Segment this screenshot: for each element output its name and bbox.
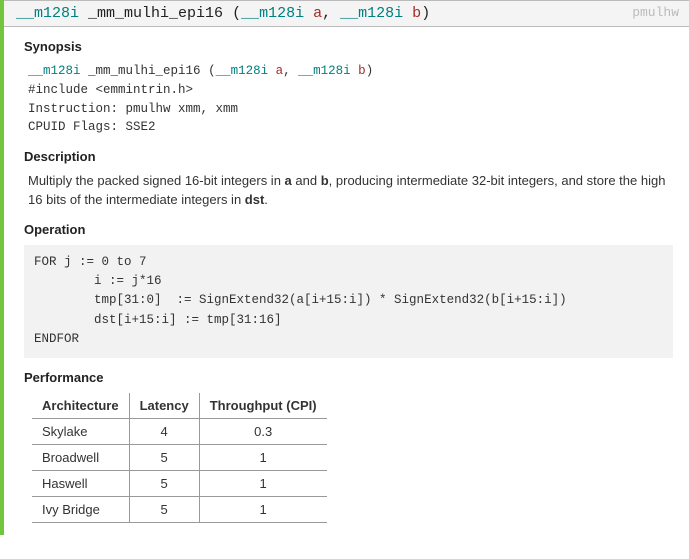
operation-heading: Operation (24, 222, 673, 237)
arch-cell: Broadwell (32, 444, 129, 470)
arch-cell: Ivy Bridge (32, 496, 129, 522)
synopsis-instruction: Instruction: pmulhw xmm, xmm (28, 100, 673, 119)
table-header-row: Architecture Latency Throughput (CPI) (32, 393, 327, 419)
throughput-cell: 1 (199, 496, 326, 522)
performance-table: Architecture Latency Throughput (CPI) Sk… (32, 393, 327, 523)
table-row: Haswell 5 1 (32, 470, 327, 496)
latency-cell: 5 (129, 496, 199, 522)
performance-heading: Performance (24, 370, 673, 385)
signature-header[interactable]: __m128i _mm_mulhi_epi16 (__m128i a, __m1… (4, 0, 689, 27)
latency-cell: 5 (129, 470, 199, 496)
table-row: Broadwell 5 1 (32, 444, 327, 470)
col-latency: Latency (129, 393, 199, 419)
table-row: Skylake 4 0.3 (32, 418, 327, 444)
param-type: __m128i (340, 5, 403, 22)
param-name: b (412, 5, 421, 22)
param-name: a (313, 5, 322, 22)
throughput-cell: 1 (199, 444, 326, 470)
synopsis-block: __m128i _mm_mulhi_epi16 (__m128i a, __m1… (28, 62, 673, 137)
operation-block: FOR j := 0 to 7 i := j*16 tmp[31:0] := S… (24, 245, 673, 358)
param-type: __m128i (241, 5, 304, 22)
throughput-cell: 0.3 (199, 418, 326, 444)
table-row: Ivy Bridge 5 1 (32, 496, 327, 522)
latency-cell: 5 (129, 444, 199, 470)
col-architecture: Architecture (32, 393, 129, 419)
instruction-mnemonic: pmulhw (632, 5, 679, 20)
intrinsic-entry: __m128i _mm_mulhi_epi16 (__m128i a, __m1… (0, 0, 689, 535)
entry-body: Synopsis __m128i _mm_mulhi_epi16 (__m128… (4, 27, 689, 535)
description-heading: Description (24, 149, 673, 164)
synopsis-signature: __m128i _mm_mulhi_epi16 (__m128i a, __m1… (28, 62, 673, 81)
intrinsic-name: _mm_mulhi_epi16 (88, 5, 223, 22)
latency-cell: 4 (129, 418, 199, 444)
description-text: Multiply the packed signed 16-bit intege… (28, 172, 669, 210)
signature-text: __m128i _mm_mulhi_epi16 (__m128i a, __m1… (16, 5, 430, 22)
synopsis-heading: Synopsis (24, 39, 673, 54)
col-throughput: Throughput (CPI) (199, 393, 326, 419)
synopsis-cpuid: CPUID Flags: SSE2 (28, 118, 673, 137)
throughput-cell: 1 (199, 470, 326, 496)
return-type: __m128i (16, 5, 79, 22)
arch-cell: Haswell (32, 470, 129, 496)
arch-cell: Skylake (32, 418, 129, 444)
synopsis-include: #include <emmintrin.h> (28, 81, 673, 100)
